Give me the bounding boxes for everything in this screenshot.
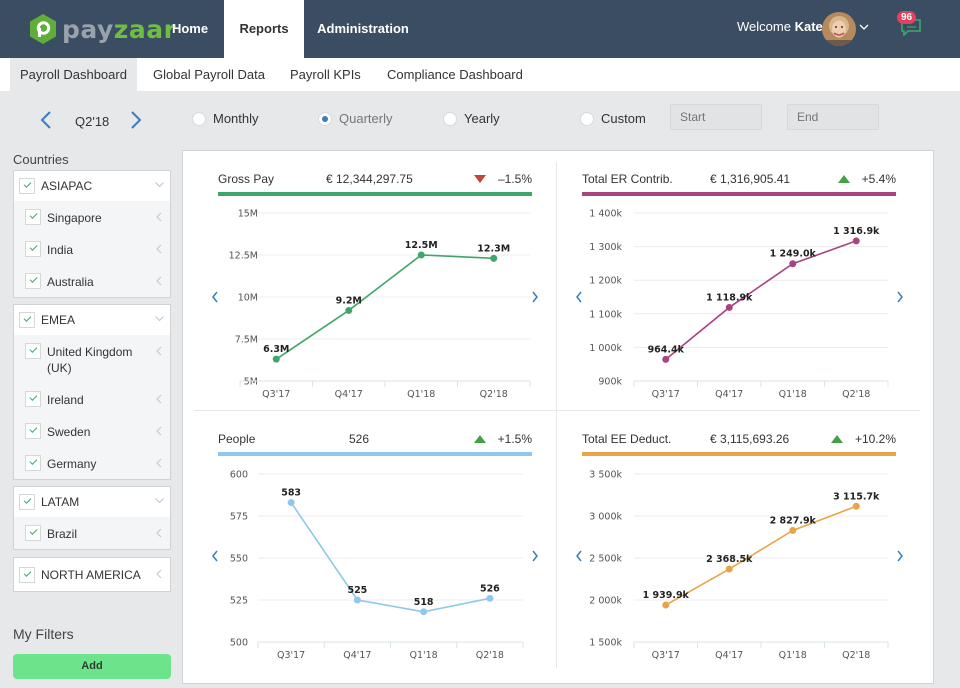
- y-tick-label: 3 500k: [589, 470, 622, 481]
- chevron-path: [576, 550, 582, 562]
- data-point: [852, 502, 860, 510]
- data-point: [725, 565, 733, 573]
- x-tick-label: Q3'17: [652, 650, 680, 661]
- chevron-path: [897, 550, 903, 562]
- data-label: 3 115.7k: [833, 491, 880, 502]
- data-point: [789, 526, 797, 534]
- chart-prev-chevron-left-icon[interactable]: [575, 550, 583, 562]
- data-label: 1 939.9k: [643, 590, 690, 601]
- line-chart: 1 500k 2 000k 2 500k 3 000k 3 500k Q3'17 Q4'17…: [589, 470, 889, 661]
- x-tick-label: Q1'18: [779, 650, 807, 661]
- x-tick-label: Q2'18: [842, 650, 870, 661]
- y-tick-label: 1 500k: [589, 638, 622, 649]
- y-tick-label: 3 000k: [589, 512, 622, 523]
- y-tick-label: 2 000k: [589, 596, 622, 607]
- x-tick-label: Q4'17: [715, 650, 743, 661]
- y-tick-label: 2 500k: [589, 554, 622, 565]
- chart-next-chevron-right-icon[interactable]: [896, 550, 904, 562]
- series-line: [665, 505, 857, 606]
- data-point: [662, 601, 670, 609]
- data-label: 2 827.9k: [770, 515, 817, 526]
- data-label: 2 368.5k: [706, 554, 753, 565]
